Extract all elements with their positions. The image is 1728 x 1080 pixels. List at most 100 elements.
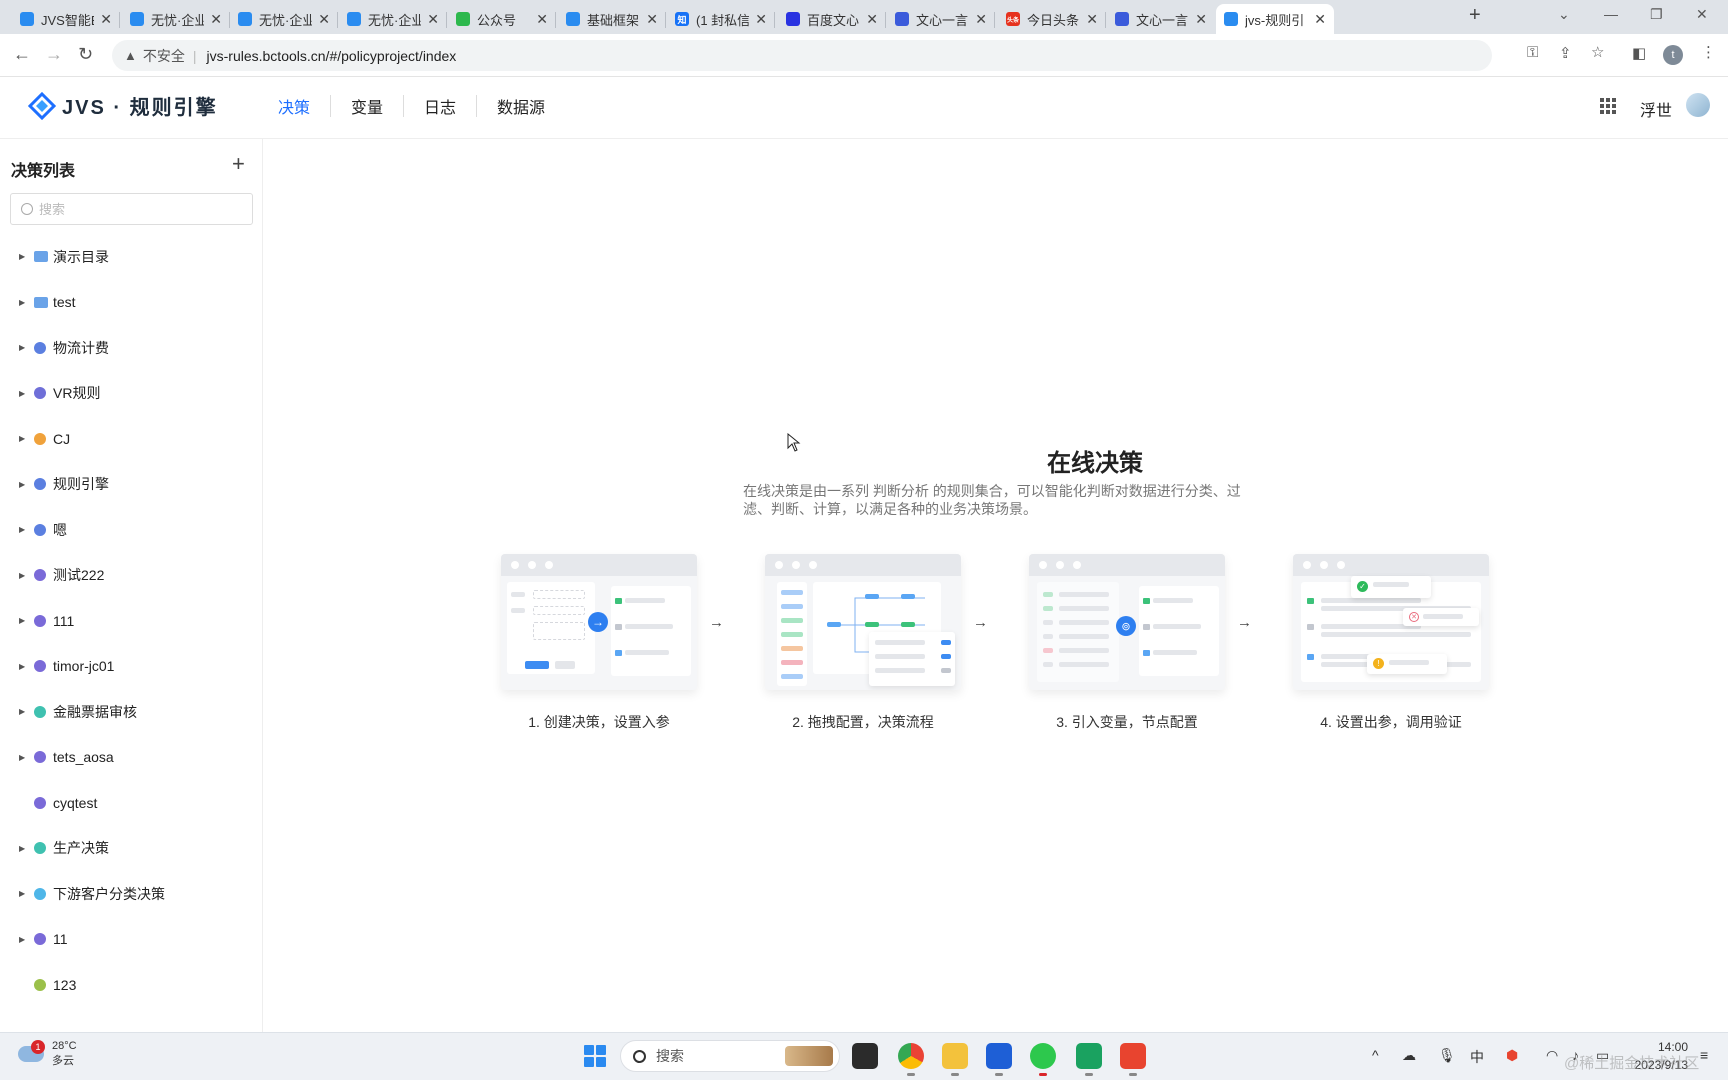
bookmark-star-icon[interactable]: ☆ bbox=[1591, 43, 1604, 61]
tree-item[interactable]: ▶ test bbox=[0, 280, 262, 326]
tree-item[interactable]: ▶ VR规则 bbox=[0, 371, 262, 417]
sidebar-search-input[interactable] bbox=[39, 201, 229, 217]
app-grid-icon[interactable] bbox=[1600, 98, 1616, 114]
tab-close-icon[interactable]: ✕ bbox=[866, 11, 878, 28]
browser-tab[interactable]: 无忧·企业 ✕ bbox=[122, 4, 230, 34]
browser-tab[interactable]: 无忧·企业 ✕ bbox=[230, 4, 338, 34]
expand-caret-icon[interactable]: ▶ bbox=[19, 662, 25, 671]
password-key-icon[interactable]: ⚿ bbox=[1527, 44, 1538, 61]
forward-arrow-icon[interactable]: → bbox=[45, 44, 63, 65]
reload-icon[interactable]: ↻ bbox=[78, 44, 93, 65]
tree-item[interactable]: ▶ 演示目录 bbox=[0, 234, 262, 280]
wechat-icon[interactable] bbox=[1030, 1043, 1056, 1076]
nav-variables[interactable]: 变量 bbox=[331, 94, 403, 118]
expand-caret-icon[interactable]: ▶ bbox=[19, 616, 25, 625]
ime-indicator[interactable]: 中 bbox=[1470, 1047, 1484, 1067]
expand-caret-icon[interactable]: ▶ bbox=[19, 935, 25, 944]
notification-center-icon[interactable]: ≡ bbox=[1700, 1047, 1708, 1063]
taskbar-search[interactable]: 搜索 bbox=[620, 1040, 840, 1072]
add-decision-button[interactable]: + bbox=[232, 151, 245, 177]
tree-item[interactable]: ▶ 物流计费 bbox=[0, 325, 262, 371]
browser-menu-icon[interactable]: ⋮ bbox=[1701, 43, 1716, 61]
tab-close-icon[interactable]: ✕ bbox=[100, 11, 112, 28]
wifi-icon[interactable]: ◠ bbox=[1546, 1047, 1558, 1064]
expand-caret-icon[interactable]: ▶ bbox=[19, 889, 25, 898]
tab-close-icon[interactable]: ✕ bbox=[427, 11, 439, 28]
recorder-app-icon[interactable] bbox=[1120, 1043, 1146, 1076]
browser-tab[interactable]: 基础框架 ✕ bbox=[558, 4, 666, 34]
microphone-icon[interactable]: 🎙 bbox=[1438, 1047, 1456, 1064]
expand-caret-icon[interactable]: ▶ bbox=[19, 525, 25, 534]
sidebar-search[interactable] bbox=[10, 193, 253, 225]
camtasia-icon[interactable] bbox=[1076, 1043, 1102, 1076]
profile-avatar[interactable]: t bbox=[1663, 45, 1683, 65]
browser-tab[interactable]: JVS智能B ✕ bbox=[12, 4, 120, 34]
tree-item[interactable]: cyqtest bbox=[0, 780, 262, 826]
tree-item[interactable]: ▶ 11 bbox=[0, 917, 262, 963]
tab-close-icon[interactable]: ✕ bbox=[1195, 11, 1207, 28]
browser-tab[interactable]: 头条 今日头条 ✕ bbox=[998, 4, 1106, 34]
browser-tab[interactable]: 百度文心 ✕ bbox=[778, 4, 886, 34]
browser-tab[interactable]: 知 (1 封私信 ✕ bbox=[667, 4, 775, 34]
app-logo[interactable]: JVS · 规则引擎 bbox=[28, 91, 218, 120]
restore-icon[interactable]: ❐ bbox=[1650, 6, 1663, 23]
tab-close-icon[interactable]: ✕ bbox=[1314, 11, 1326, 28]
url-text[interactable]: jvs-rules.bctools.cn/#/policyproject/ind… bbox=[207, 48, 457, 64]
expand-caret-icon[interactable]: ▶ bbox=[19, 844, 25, 853]
side-panel-icon[interactable]: ◧ bbox=[1632, 44, 1646, 62]
browser-tab[interactable]: jvs-规则引 ✕ bbox=[1216, 4, 1334, 34]
tab-close-icon[interactable]: ✕ bbox=[318, 11, 330, 28]
window-close-icon[interactable]: ✕ bbox=[1696, 6, 1708, 23]
tree-item[interactable]: 123 bbox=[0, 962, 262, 1008]
expand-caret-icon[interactable]: ▶ bbox=[19, 298, 25, 307]
expand-caret-icon[interactable]: ▶ bbox=[19, 707, 25, 716]
antivirus-icon[interactable]: ⬢ bbox=[1506, 1047, 1518, 1064]
expand-caret-icon[interactable]: ▶ bbox=[19, 343, 25, 352]
tab-search-chevron-icon[interactable]: ⌄ bbox=[1558, 6, 1570, 23]
tree-item[interactable]: ▶ timor-jc01 bbox=[0, 644, 262, 690]
browser-tab[interactable]: 文心一言 ✕ bbox=[1107, 4, 1215, 34]
tree-item[interactable]: ▶ 111 bbox=[0, 598, 262, 644]
chrome-icon[interactable] bbox=[898, 1043, 924, 1076]
expand-caret-icon[interactable]: ▶ bbox=[19, 480, 25, 489]
address-bar[interactable]: ▲ 不安全 | jvs-rules.bctools.cn/#/policypro… bbox=[112, 40, 1492, 71]
tree-item[interactable]: ▶ tets_aosa bbox=[0, 735, 262, 781]
tab-close-icon[interactable]: ✕ bbox=[536, 11, 548, 28]
photos-app-icon[interactable] bbox=[986, 1043, 1012, 1076]
onedrive-icon[interactable]: ☁ bbox=[1402, 1047, 1416, 1064]
tab-close-icon[interactable]: ✕ bbox=[755, 11, 767, 28]
tray-chevron-icon[interactable]: ^ bbox=[1372, 1047, 1379, 1063]
tree-item[interactable]: ▶ 下游客户分类决策 bbox=[0, 871, 262, 917]
windows-start-icon[interactable] bbox=[584, 1045, 606, 1067]
tree-item[interactable]: ▶ 金融票据审核 bbox=[0, 689, 262, 735]
tree-item[interactable]: ▶ CJ bbox=[0, 416, 262, 462]
expand-caret-icon[interactable]: ▶ bbox=[19, 753, 25, 762]
nav-datasource[interactable]: 数据源 bbox=[477, 94, 565, 118]
tree-item[interactable]: ▶ 规则引擎 bbox=[0, 462, 262, 508]
new-tab-button[interactable]: + bbox=[1469, 4, 1481, 27]
tree-item[interactable]: ▶ 测试222 bbox=[0, 553, 262, 599]
tab-close-icon[interactable]: ✕ bbox=[210, 11, 222, 28]
tab-close-icon[interactable]: ✕ bbox=[646, 11, 658, 28]
task-view-icon[interactable] bbox=[852, 1043, 878, 1069]
expand-caret-icon[interactable]: ▶ bbox=[19, 389, 25, 398]
share-icon[interactable]: ⇪ bbox=[1559, 44, 1572, 62]
expand-caret-icon[interactable]: ▶ bbox=[19, 252, 25, 261]
browser-tab[interactable]: 文心一言 ✕ bbox=[887, 4, 995, 34]
weather-widget[interactable]: 1 28°C 多云 bbox=[18, 1039, 77, 1069]
tab-close-icon[interactable]: ✕ bbox=[1086, 11, 1098, 28]
tree-item[interactable]: ▶ 嗯 bbox=[0, 507, 262, 553]
expand-caret-icon[interactable]: ▶ bbox=[19, 434, 25, 443]
nav-logs[interactable]: 日志 bbox=[404, 94, 476, 118]
minimize-icon[interactable]: — bbox=[1604, 6, 1618, 22]
expand-caret-icon[interactable]: ▶ bbox=[19, 571, 25, 580]
file-explorer-icon[interactable] bbox=[942, 1043, 968, 1076]
nav-decision[interactable]: 决策 bbox=[258, 94, 330, 118]
tab-close-icon[interactable]: ✕ bbox=[975, 11, 987, 28]
browser-tab[interactable]: 公众号 ✕ bbox=[448, 4, 556, 34]
browser-tab[interactable]: 无忧·企业 ✕ bbox=[339, 4, 447, 34]
back-arrow-icon[interactable]: ← bbox=[13, 44, 31, 65]
username[interactable]: 浮世 bbox=[1640, 97, 1672, 121]
tree-item[interactable]: ▶ 生产决策 bbox=[0, 826, 262, 872]
user-avatar[interactable] bbox=[1686, 93, 1710, 117]
